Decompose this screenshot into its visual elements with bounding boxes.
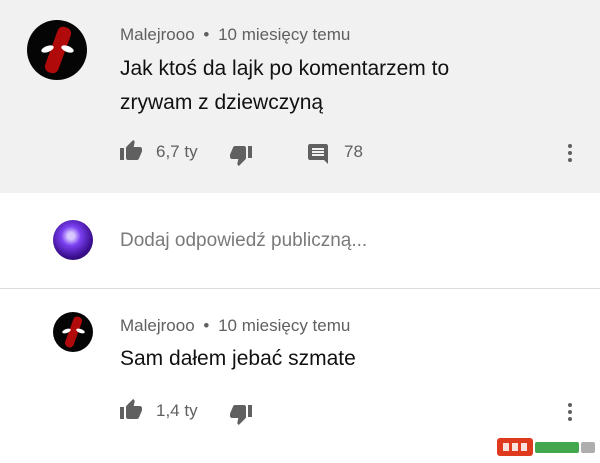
comment-icon[interactable] [306, 142, 330, 166]
more-vert-icon[interactable] [567, 144, 573, 165]
divider [0, 288, 600, 289]
comment-text-line: Sam dałem jebać szmate [120, 347, 356, 370]
commenter-avatar[interactable] [27, 20, 87, 80]
comment-time[interactable]: 10 miesięcy temu [218, 316, 350, 335]
comment-time[interactable]: 10 miesięcy temu [218, 25, 350, 44]
like-count: 1,4 ty [156, 401, 198, 420]
thumbs-down-icon[interactable] [229, 143, 253, 167]
site-watermark-logo [497, 438, 595, 456]
thumbs-up-icon[interactable] [119, 139, 143, 163]
thumbs-down-icon[interactable] [229, 402, 253, 426]
reply-count[interactable]: 78 [344, 142, 363, 162]
comment-text-line: zrywam z dziewczyną [120, 91, 324, 114]
meta-separator: • [203, 316, 210, 335]
user-avatar [53, 220, 93, 260]
comment-meta: Malejrooo • 10 miesięcy temu [120, 316, 350, 336]
comment-text-line: Jak ktoś da lajk po komentarzem to [120, 57, 450, 80]
commenter-avatar[interactable] [53, 312, 93, 352]
comment-author[interactable]: Malejrooo [120, 25, 195, 44]
comment-author[interactable]: Malejrooo [120, 316, 195, 335]
highlighted-comment: Malejrooo • 10 miesięcy temu Jak ktoś da… [0, 0, 600, 193]
comment-meta: Malejrooo • 10 miesięcy temu [120, 25, 350, 45]
more-vert-icon[interactable] [567, 403, 573, 424]
reply-input[interactable]: Dodaj odpowiedź publiczną... [120, 230, 367, 252]
thumbs-up-icon[interactable] [119, 398, 143, 422]
like-count: 6,7 ty [156, 142, 198, 161]
meta-separator: • [203, 25, 210, 44]
